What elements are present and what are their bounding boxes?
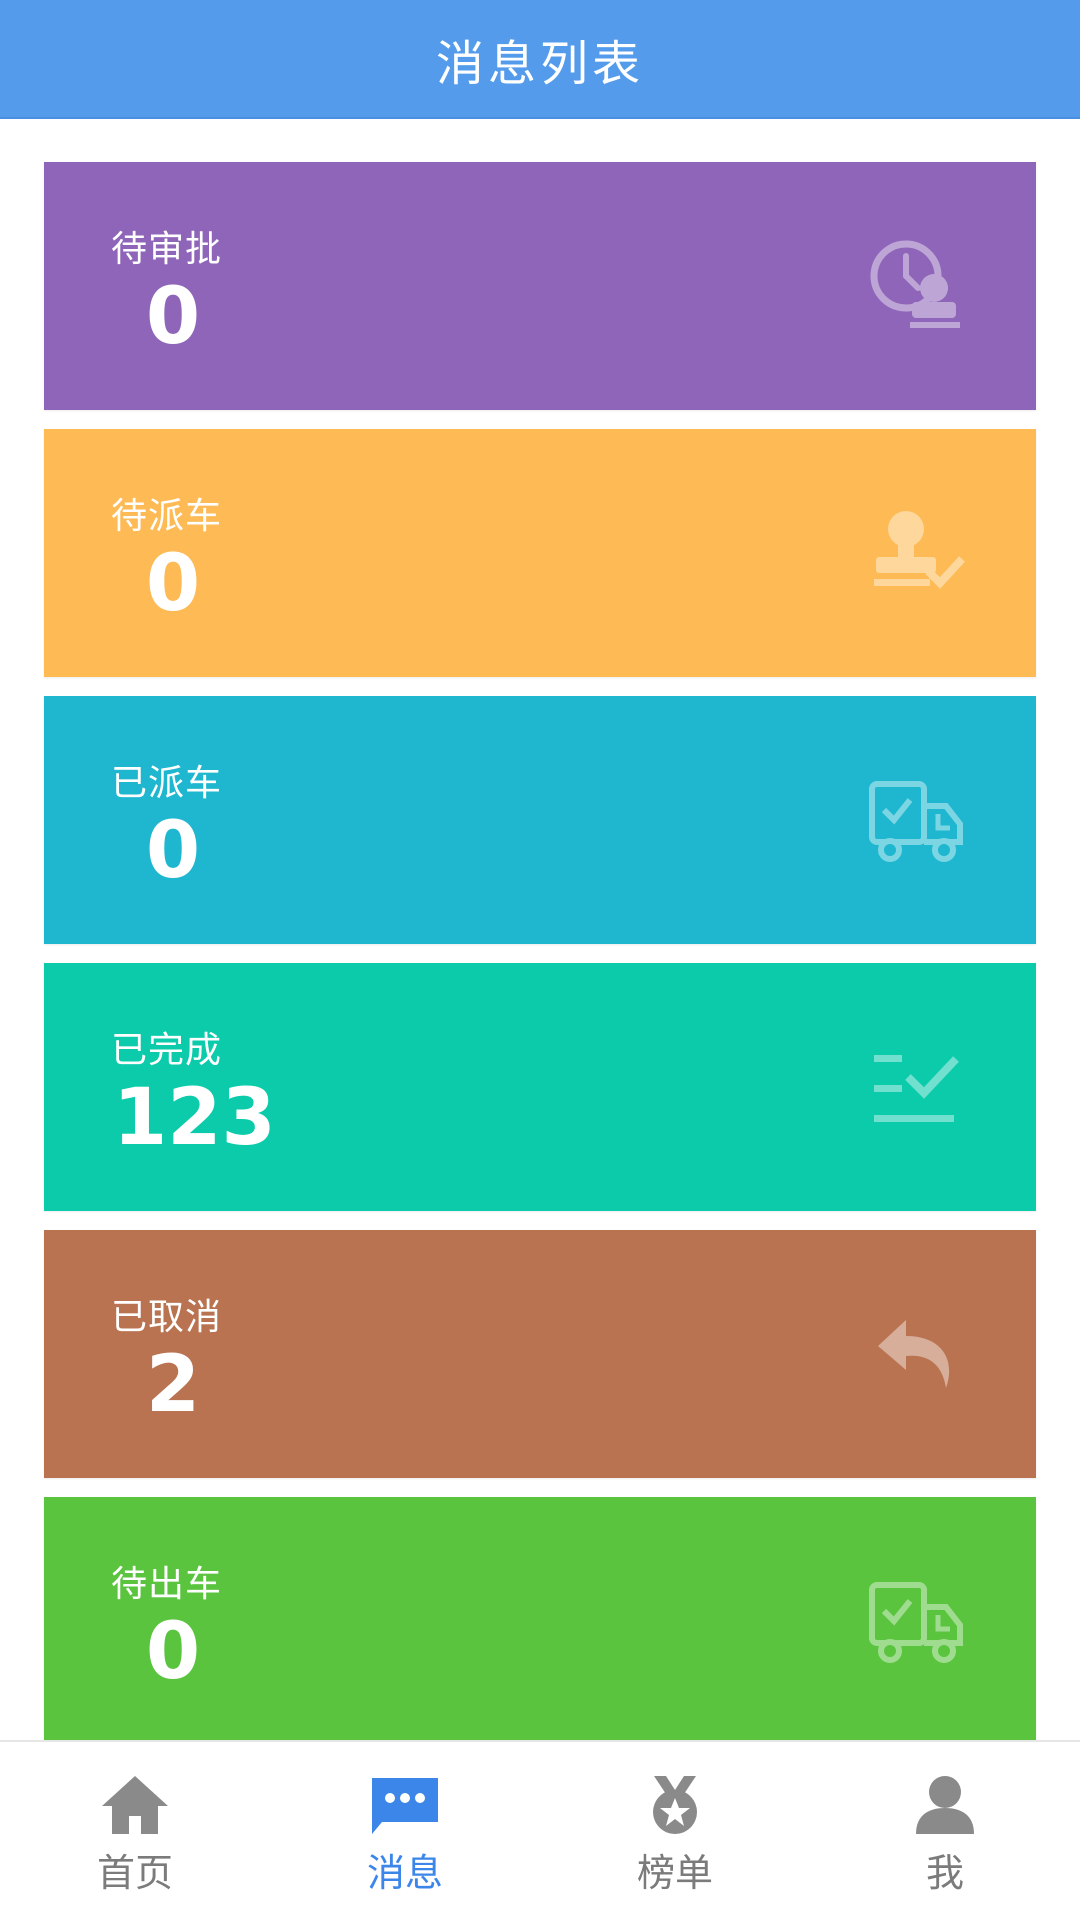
card-count: 0 [145,539,201,629]
card-label: 已取消 [111,1297,223,1338]
card-label: 已派车 [111,763,223,804]
message-card-list: 待审批 0 待派车 0 已派车 0 已完成 123 已取消 2 待出车 0 [44,162,1036,1764]
card-pending-departure[interactable]: 待出车 0 [44,1497,1036,1745]
card-pending-dispatch[interactable]: 待派车 0 [44,429,1036,677]
truck-check-icon [866,1571,966,1671]
medal-icon [640,1774,710,1836]
truck-check-icon [866,770,966,870]
bottom-tab-bar: 首页 消息 榜单 我 [0,1740,1080,1920]
card-label: 已完成 [111,1030,223,1071]
page-title: 消息列表 [435,35,644,92]
clock-user-icon [866,236,966,336]
tab-label: 榜单 [636,1851,713,1895]
tab-leaderboard[interactable]: 榜单 [540,1742,810,1920]
app-header: 消息列表 [0,0,1080,119]
undo-arrow-icon [866,1304,966,1404]
card-count: 0 [145,1607,201,1697]
tab-label: 我 [925,1851,964,1895]
tab-label: 消息 [366,1851,443,1895]
tab-profile[interactable]: 我 [810,1742,1080,1920]
message-icon [370,1774,440,1836]
card-dispatched[interactable]: 已派车 0 [44,696,1036,944]
tab-label: 首页 [96,1851,173,1895]
home-icon [100,1774,170,1836]
card-count: 2 [145,1340,201,1430]
tab-messages[interactable]: 消息 [270,1742,540,1920]
stamp-check-icon [866,503,966,603]
card-count: 0 [145,272,201,362]
tab-home[interactable]: 首页 [0,1742,270,1920]
user-icon [910,1774,980,1836]
card-pending-approval[interactable]: 待审批 0 [44,162,1036,410]
card-cancelled[interactable]: 已取消 2 [44,1230,1036,1478]
card-count: 123 [113,1073,276,1163]
card-label: 待审批 [111,229,223,270]
list-check-icon [866,1037,966,1137]
card-label: 待派车 [111,496,223,537]
card-completed[interactable]: 已完成 123 [44,963,1036,1211]
card-count: 0 [145,806,201,896]
card-label: 待出车 [111,1564,223,1605]
